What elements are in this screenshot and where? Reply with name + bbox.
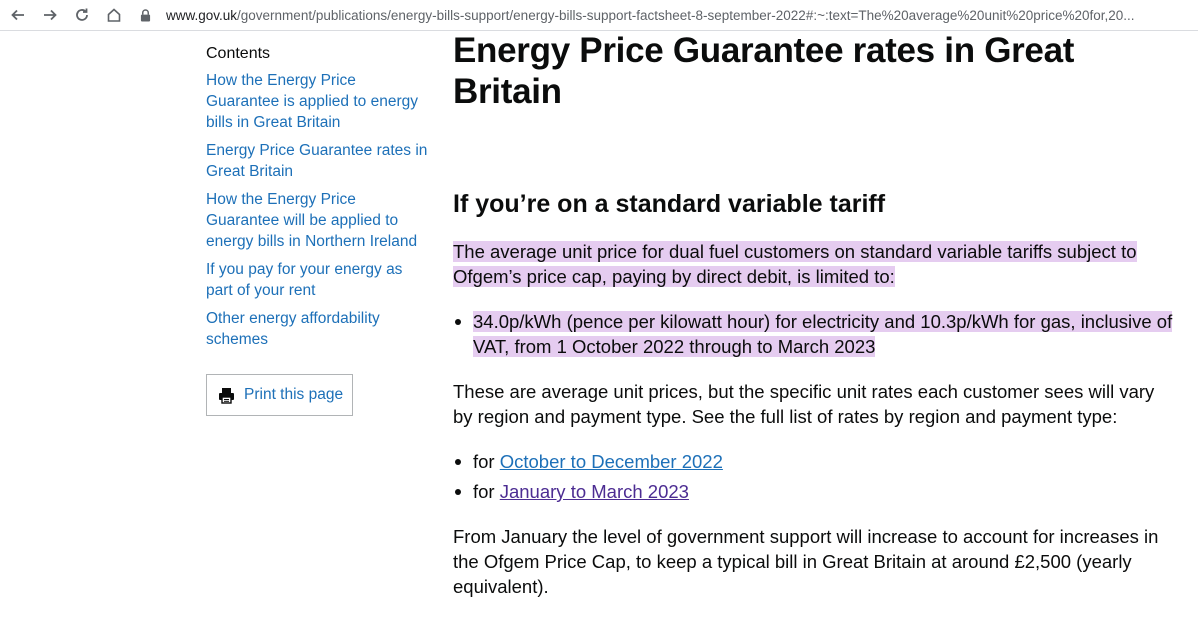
contents-item: How the Energy Price Guarantee is applie… xyxy=(206,70,431,133)
print-button[interactable]: Print this page xyxy=(206,374,353,416)
link-january-march-2023[interactable]: January to March 2023 xyxy=(500,481,689,502)
section-heading: Energy Price Guarantee rates in Great Br… xyxy=(453,31,1075,111)
highlighted-text: 34.0p/kWh (pence per kilowatt hour) for … xyxy=(473,311,1173,357)
url-path: /government/publications/energy-bills-su… xyxy=(237,7,1135,23)
browser-toolbar: www.gov.uk/government/publications/energ… xyxy=(0,0,1198,31)
support-paragraph: From January the level of government sup… xyxy=(453,526,1159,597)
contents-title: Contents xyxy=(206,45,271,62)
contents-item: Energy Price Guarantee rates in Great Br… xyxy=(206,140,431,182)
back-button[interactable] xyxy=(2,0,34,31)
address-bar[interactable]: www.gov.uk/government/publications/energ… xyxy=(140,4,1190,26)
contents-link-applied-gb[interactable]: How the Energy Price Guarantee is applie… xyxy=(206,70,431,133)
link-october-december-2022[interactable]: October to December 2022 xyxy=(500,451,723,472)
url-host: www.gov.uk xyxy=(166,7,238,23)
home-button[interactable] xyxy=(98,0,130,31)
intro-paragraph: The average unit price for dual fuel cus… xyxy=(453,239,1173,289)
contents-list: How the Energy Price Guarantee is applie… xyxy=(206,70,431,350)
contents-item: How the Energy Price Guarantee will be a… xyxy=(206,189,431,252)
list-item: 34.0p/kWh (pence per kilowatt hour) for … xyxy=(453,309,1173,359)
contents-link-rent[interactable]: If you pay for your energy as part of yo… xyxy=(206,259,431,301)
reload-icon xyxy=(76,8,88,21)
arrow-left-icon xyxy=(11,9,24,21)
printer-icon xyxy=(218,387,235,404)
contents-link-northern-ireland[interactable]: How the Energy Price Guarantee will be a… xyxy=(206,189,431,252)
list-item: for October to December 2022 xyxy=(453,449,1173,474)
contents-sidebar: Contents How the Energy Price Guarantee … xyxy=(206,42,431,357)
subheading: If you’re on a standard variable tariff xyxy=(453,190,886,218)
print-button-label: Print this page xyxy=(244,386,344,403)
list-item-prefix: for xyxy=(473,481,500,502)
contents-link-affordability[interactable]: Other energy affordability schemes xyxy=(206,308,431,350)
contents-item: If you pay for your energy as part of yo… xyxy=(206,259,431,301)
main-content: Energy Price Guarantee rates in Great Br… xyxy=(453,30,1183,597)
rates-paragraph: These are average unit prices, but the s… xyxy=(453,381,1155,427)
contents-item: Other energy affordability schemes xyxy=(206,308,431,350)
reload-button[interactable] xyxy=(66,0,98,31)
lock-icon xyxy=(140,8,152,22)
rate-links-list: for October to December 2022 for January… xyxy=(453,449,1173,509)
arrow-right-icon xyxy=(44,9,57,21)
list-item: for January to March 2023 xyxy=(453,479,1173,504)
forward-button[interactable] xyxy=(34,0,66,31)
highlighted-text: The average unit price for dual fuel cus… xyxy=(453,241,1137,287)
home-icon xyxy=(107,8,121,22)
price-list: 34.0p/kWh (pence per kilowatt hour) for … xyxy=(453,309,1173,364)
list-item-prefix: for xyxy=(473,451,500,472)
contents-link-rates-gb[interactable]: Energy Price Guarantee rates in Great Br… xyxy=(206,140,431,182)
